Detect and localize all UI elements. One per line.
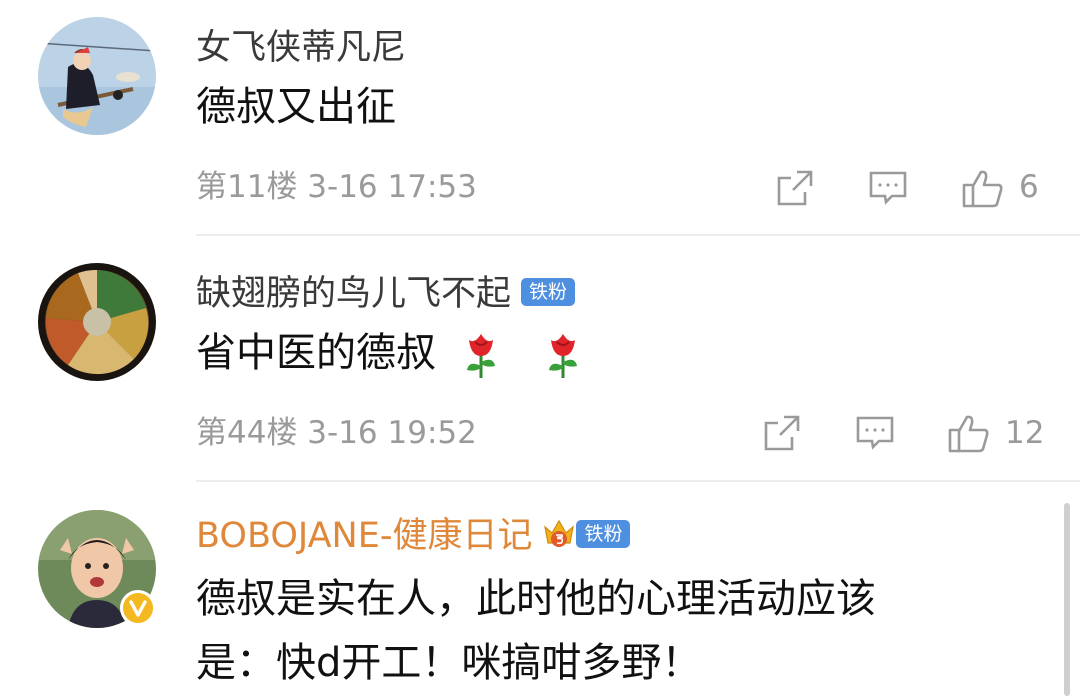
- thumbs-up-icon[interactable]: [947, 411, 991, 455]
- comment-icon[interactable]: [855, 413, 895, 453]
- rose-emoji-icon: [543, 330, 583, 380]
- thumbs-up-icon[interactable]: [961, 166, 1005, 210]
- floor-timestamp: 第11楼 3-16 17:53: [196, 169, 477, 205]
- share-icon[interactable]: [775, 168, 815, 208]
- comment-text: 德叔又出征: [196, 84, 396, 130]
- crown-icon[interactable]: [542, 515, 576, 551]
- avatar[interactable]: [38, 263, 156, 381]
- like-count: 12: [1005, 415, 1045, 451]
- verified-v-icon: [120, 590, 156, 626]
- comment-text-content: 省中医的德叔: [196, 330, 436, 376]
- scrollbar[interactable]: [1064, 503, 1070, 696]
- comment-icon[interactable]: [868, 168, 908, 208]
- fan-badge[interactable]: 铁粉: [576, 520, 631, 548]
- username[interactable]: 女飞侠蒂凡尼: [196, 26, 406, 70]
- username-text[interactable]: 缺翅膀的鸟儿飞不起: [196, 274, 511, 314]
- username[interactable]: BOBOJANE-健康日记 铁粉: [196, 514, 631, 558]
- comment-item: 缺翅膀的鸟儿飞不起 铁粉 省中医的德叔 第44楼 3-16 19:52 12: [0, 236, 1080, 482]
- rose-emoji-icon: [461, 330, 501, 380]
- share-icon[interactable]: [762, 413, 802, 453]
- comment-text-line: 德叔是实在人，此时他的心理活动应该: [196, 576, 876, 622]
- fan-badge[interactable]: 铁粉: [521, 278, 576, 306]
- comment-text: 省中医的德叔: [196, 326, 583, 380]
- avatar[interactable]: [38, 17, 156, 135]
- comment-text-line: 是：快d开工！咪搞咁多野！: [196, 640, 702, 686]
- username[interactable]: 缺翅膀的鸟儿飞不起 铁粉: [196, 272, 576, 316]
- comment-item: BOBOJANE-健康日记 铁粉 德叔是实在人，此时他的心理活动应该 是：快d开…: [0, 482, 1080, 696]
- like-count: 6: [1019, 169, 1039, 205]
- comment-item: 女飞侠蒂凡尼 德叔又出征 第11楼 3-16 17:53 6: [0, 0, 1080, 236]
- username-text[interactable]: BOBOJANE-健康日记: [196, 516, 532, 556]
- floor-timestamp: 第44楼 3-16 19:52: [196, 415, 477, 451]
